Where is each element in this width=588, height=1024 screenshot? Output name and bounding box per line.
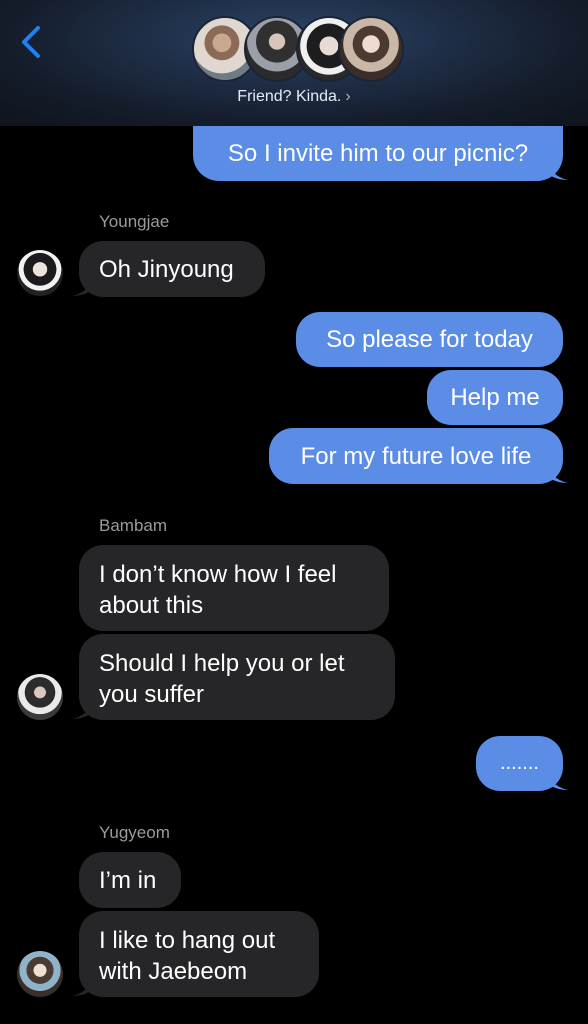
bubble-tail (546, 768, 568, 790)
contact-avatar[interactable] (17, 674, 63, 720)
message-text: So please for today (326, 326, 533, 353)
outgoing-message-bubble[interactable]: So I invite him to our picnic? (193, 126, 563, 181)
bubble-tail (72, 274, 94, 296)
contact-avatar[interactable] (17, 250, 63, 296)
conversation-header: Friend? Kinda. › (0, 0, 588, 126)
incoming-message-bubble[interactable]: Oh Jinyoung (79, 241, 265, 297)
contact-avatar[interactable] (17, 951, 63, 997)
incoming-message-bubble[interactable]: I don’t know how I feel about this (79, 545, 389, 631)
outgoing-message-bubble[interactable]: For my future love life (269, 428, 563, 484)
message-text: So I invite him to our picnic? (227, 140, 529, 167)
sender-name: Bambam (99, 516, 168, 535)
group-name-button[interactable]: Friend? Kinda. › (0, 88, 588, 106)
message-text: I’m in (99, 866, 157, 894)
outgoing-message-bubble[interactable]: Help me (427, 370, 563, 425)
message-text-line: with Jaebeom (99, 958, 248, 985)
message-text: For my future love life (300, 442, 532, 470)
message-text-line: you suffer (99, 681, 204, 708)
incoming-message-bubble[interactable]: I’m in (79, 852, 181, 908)
bubble-tail (546, 158, 568, 180)
message-text-line: I don’t know how I feel (99, 561, 337, 588)
message-text-line: about this (99, 592, 204, 619)
back-button[interactable] (14, 22, 50, 62)
bubble-tail (546, 461, 568, 483)
chevron-left-icon (22, 26, 40, 58)
message-text: ....... (500, 752, 539, 774)
group-member-avatar (338, 16, 404, 82)
sender-name: Yugyeom (99, 823, 170, 842)
message-text: Help me (450, 384, 540, 411)
chevron-right-icon: › (345, 88, 351, 105)
outgoing-message-bubble[interactable]: So please for today (296, 312, 563, 367)
bubble-tail (72, 697, 94, 719)
incoming-message-bubble[interactable]: I like to hang out with Jaebeom (79, 911, 319, 997)
group-avatar-stack[interactable] (192, 16, 404, 82)
group-name-label: Friend? Kinda. (237, 88, 342, 105)
message-text: Oh Jinyoung (99, 255, 234, 283)
message-text-line: I like to hang out (99, 927, 276, 954)
incoming-message-bubble[interactable]: Should I help you or let you suffer (79, 634, 395, 720)
sender-name: Youngjae (99, 212, 170, 231)
bubble-tail (72, 974, 94, 996)
message-text-line: Should I help you or let (99, 650, 345, 677)
